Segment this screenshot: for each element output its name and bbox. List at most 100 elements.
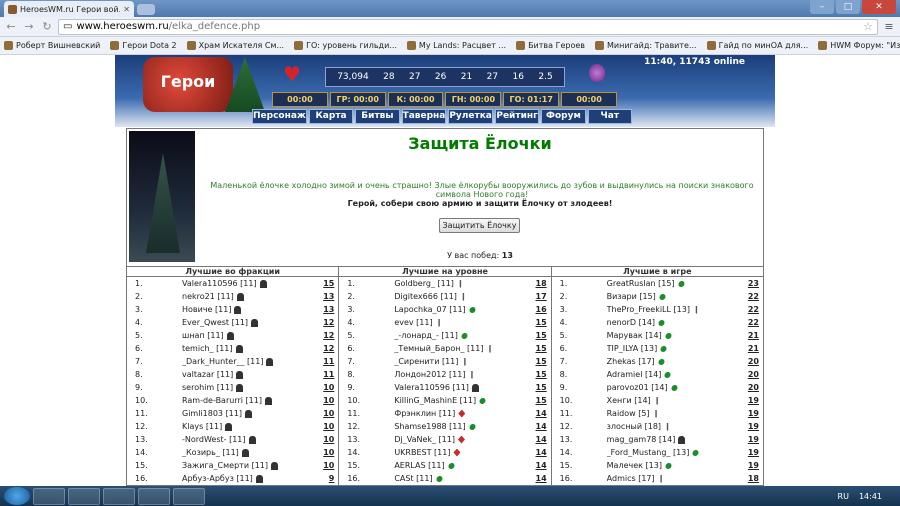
player-score[interactable]: 21 xyxy=(739,331,759,340)
player-score[interactable]: 12 xyxy=(314,318,334,327)
player-score[interactable]: 22 xyxy=(739,305,759,314)
player-name[interactable]: _Ford_Mustang_ [13] xyxy=(607,448,739,457)
game-logo[interactable]: Герои xyxy=(143,57,233,112)
start-button[interactable] xyxy=(4,487,30,505)
player-name[interactable]: Lapochka_07 [11] xyxy=(394,305,526,314)
player-score[interactable]: 10 xyxy=(314,448,334,457)
nav-item[interactable]: Карта xyxy=(308,109,354,124)
player-score[interactable]: 15 xyxy=(527,383,547,392)
player-name[interactable]: _Козирь_ [11] xyxy=(182,448,314,457)
player-score[interactable]: 22 xyxy=(739,318,759,327)
player-score[interactable]: 10 xyxy=(314,409,334,418)
nav-item[interactable]: Чат xyxy=(587,109,632,124)
player-name[interactable]: шнап [11] xyxy=(182,331,314,340)
player-score[interactable]: 10 xyxy=(314,396,334,405)
player-name[interactable]: Digitex666 [11] xyxy=(394,292,526,301)
player-score[interactable]: 15 xyxy=(314,279,334,288)
player-score[interactable]: 15 xyxy=(527,318,547,327)
player-score[interactable]: 16 xyxy=(527,305,547,314)
player-score[interactable]: 10 xyxy=(314,435,334,444)
player-score[interactable]: 9 xyxy=(314,474,335,483)
forward-icon[interactable]: → xyxy=(22,20,36,34)
taskbar-app[interactable] xyxy=(173,487,205,505)
defend-tree-button[interactable]: Защитить Ёлочку xyxy=(439,218,520,233)
nav-item[interactable]: Битвы xyxy=(355,109,400,124)
player-score[interactable]: 21 xyxy=(739,344,759,353)
nav-item[interactable]: Рейтинг xyxy=(494,109,540,124)
nav-item[interactable]: Персонаж xyxy=(252,109,307,124)
player-name[interactable]: Valera110596 [11] xyxy=(182,279,314,288)
player-name[interactable]: Dj_VaNek_ [11] xyxy=(394,435,526,444)
menu-icon[interactable]: ≡ xyxy=(882,20,896,34)
player-name[interactable]: Adramiel [14] xyxy=(607,370,739,379)
minimize-button[interactable]: – xyxy=(810,0,834,14)
nav-item[interactable]: Таверна xyxy=(401,109,447,124)
player-name[interactable]: злосный [18] xyxy=(607,422,739,431)
player-score[interactable]: 17 xyxy=(527,292,547,301)
player-name[interactable]: evev [11] xyxy=(394,318,526,327)
player-name[interactable]: nenorD [14] xyxy=(607,318,739,327)
back-icon[interactable]: ← xyxy=(4,20,18,34)
player-score[interactable]: 12 xyxy=(314,344,334,353)
player-name[interactable]: Лондон2012 [11] xyxy=(394,370,526,379)
player-name[interactable]: Хенги [14] xyxy=(607,396,739,405)
player-score[interactable]: 23 xyxy=(739,279,759,288)
player-score[interactable]: 15 xyxy=(527,331,547,340)
player-name[interactable]: temich_ [11] xyxy=(182,344,314,353)
player-name[interactable]: valtazar [11] xyxy=(182,370,314,379)
player-score[interactable]: 19 xyxy=(739,448,759,457)
player-name[interactable]: -NordWest- [11] xyxy=(182,435,314,444)
player-name[interactable]: Марувак [14] xyxy=(607,331,739,340)
player-name[interactable]: Raidow [5] xyxy=(607,409,739,418)
taskbar-vlc[interactable] xyxy=(103,487,135,505)
player-name[interactable]: Shamse1988 [11] xyxy=(394,422,526,431)
player-score[interactable]: 10 xyxy=(314,461,334,470)
player-name[interactable]: serohim [11] xyxy=(182,383,314,392)
player-score[interactable]: 22 xyxy=(739,292,759,301)
player-name[interactable]: Goldberg_ [11] xyxy=(394,279,526,288)
player-score[interactable]: 20 xyxy=(739,357,759,366)
close-window-button[interactable]: ✕ xyxy=(862,0,896,14)
player-score[interactable]: 18 xyxy=(739,474,759,483)
player-name[interactable]: nekro21 [11] xyxy=(182,292,314,301)
taskbar-opera[interactable] xyxy=(138,487,170,505)
player-name[interactable]: ThePro_FreekiLL [13] xyxy=(607,305,739,314)
player-score[interactable]: 14 xyxy=(527,474,547,483)
player-name[interactable]: Визари [15] xyxy=(607,292,739,301)
player-score[interactable]: 15 xyxy=(527,344,547,353)
bookmark-item[interactable]: ГО: уровень гильди... xyxy=(294,41,397,50)
player-name[interactable]: Малечек [13] xyxy=(607,461,739,470)
player-score[interactable]: 19 xyxy=(739,461,759,470)
bookmark-item[interactable]: Минигайд: Травите... xyxy=(594,41,697,50)
taskbar-explorer[interactable] xyxy=(68,487,100,505)
player-name[interactable]: Valera110596 [11] xyxy=(394,383,526,392)
browser-tab[interactable]: HeroesWM.ru Герои вой... ✕ xyxy=(4,1,134,17)
player-score[interactable]: 18 xyxy=(527,279,547,288)
player-name[interactable]: Admics [17] xyxy=(607,474,739,483)
language-indicator[interactable]: RU xyxy=(838,492,849,501)
nav-item[interactable]: Рулетка xyxy=(448,109,493,124)
player-name[interactable]: _Темный_Барон_ [11] xyxy=(394,344,526,353)
player-name[interactable]: KillinG_MashinE [11] xyxy=(394,396,526,405)
bookmark-item[interactable]: HWM Форум: "Изо... xyxy=(818,41,900,50)
player-name[interactable]: Gimli1803 [11] xyxy=(182,409,314,418)
player-name[interactable]: _-лонард_- [11] xyxy=(394,331,526,340)
player-name[interactable]: mag_gam78 [14] xyxy=(607,435,739,444)
clock[interactable]: 14:41 xyxy=(859,492,882,501)
player-score[interactable]: 12 xyxy=(314,331,334,340)
player-score[interactable]: 19 xyxy=(739,396,759,405)
taskbar-chrome[interactable] xyxy=(33,487,65,505)
player-name[interactable]: GreatRuslan [15] xyxy=(607,279,739,288)
player-name[interactable]: Zhekas [17] xyxy=(607,357,739,366)
close-tab-icon[interactable]: ✕ xyxy=(123,5,130,14)
player-score[interactable]: 11 xyxy=(314,357,334,366)
reload-icon[interactable]: ↻ xyxy=(40,20,54,34)
player-score[interactable]: 15 xyxy=(527,370,547,379)
nav-item[interactable]: Форум xyxy=(541,109,586,124)
player-score[interactable]: 14 xyxy=(527,435,547,444)
player-score[interactable]: 14 xyxy=(527,422,547,431)
player-name[interactable]: _Сиренити [11] xyxy=(394,357,526,366)
maximize-button[interactable]: □ xyxy=(836,0,860,14)
new-tab-button[interactable] xyxy=(137,4,155,15)
player-score[interactable]: 20 xyxy=(739,383,759,392)
